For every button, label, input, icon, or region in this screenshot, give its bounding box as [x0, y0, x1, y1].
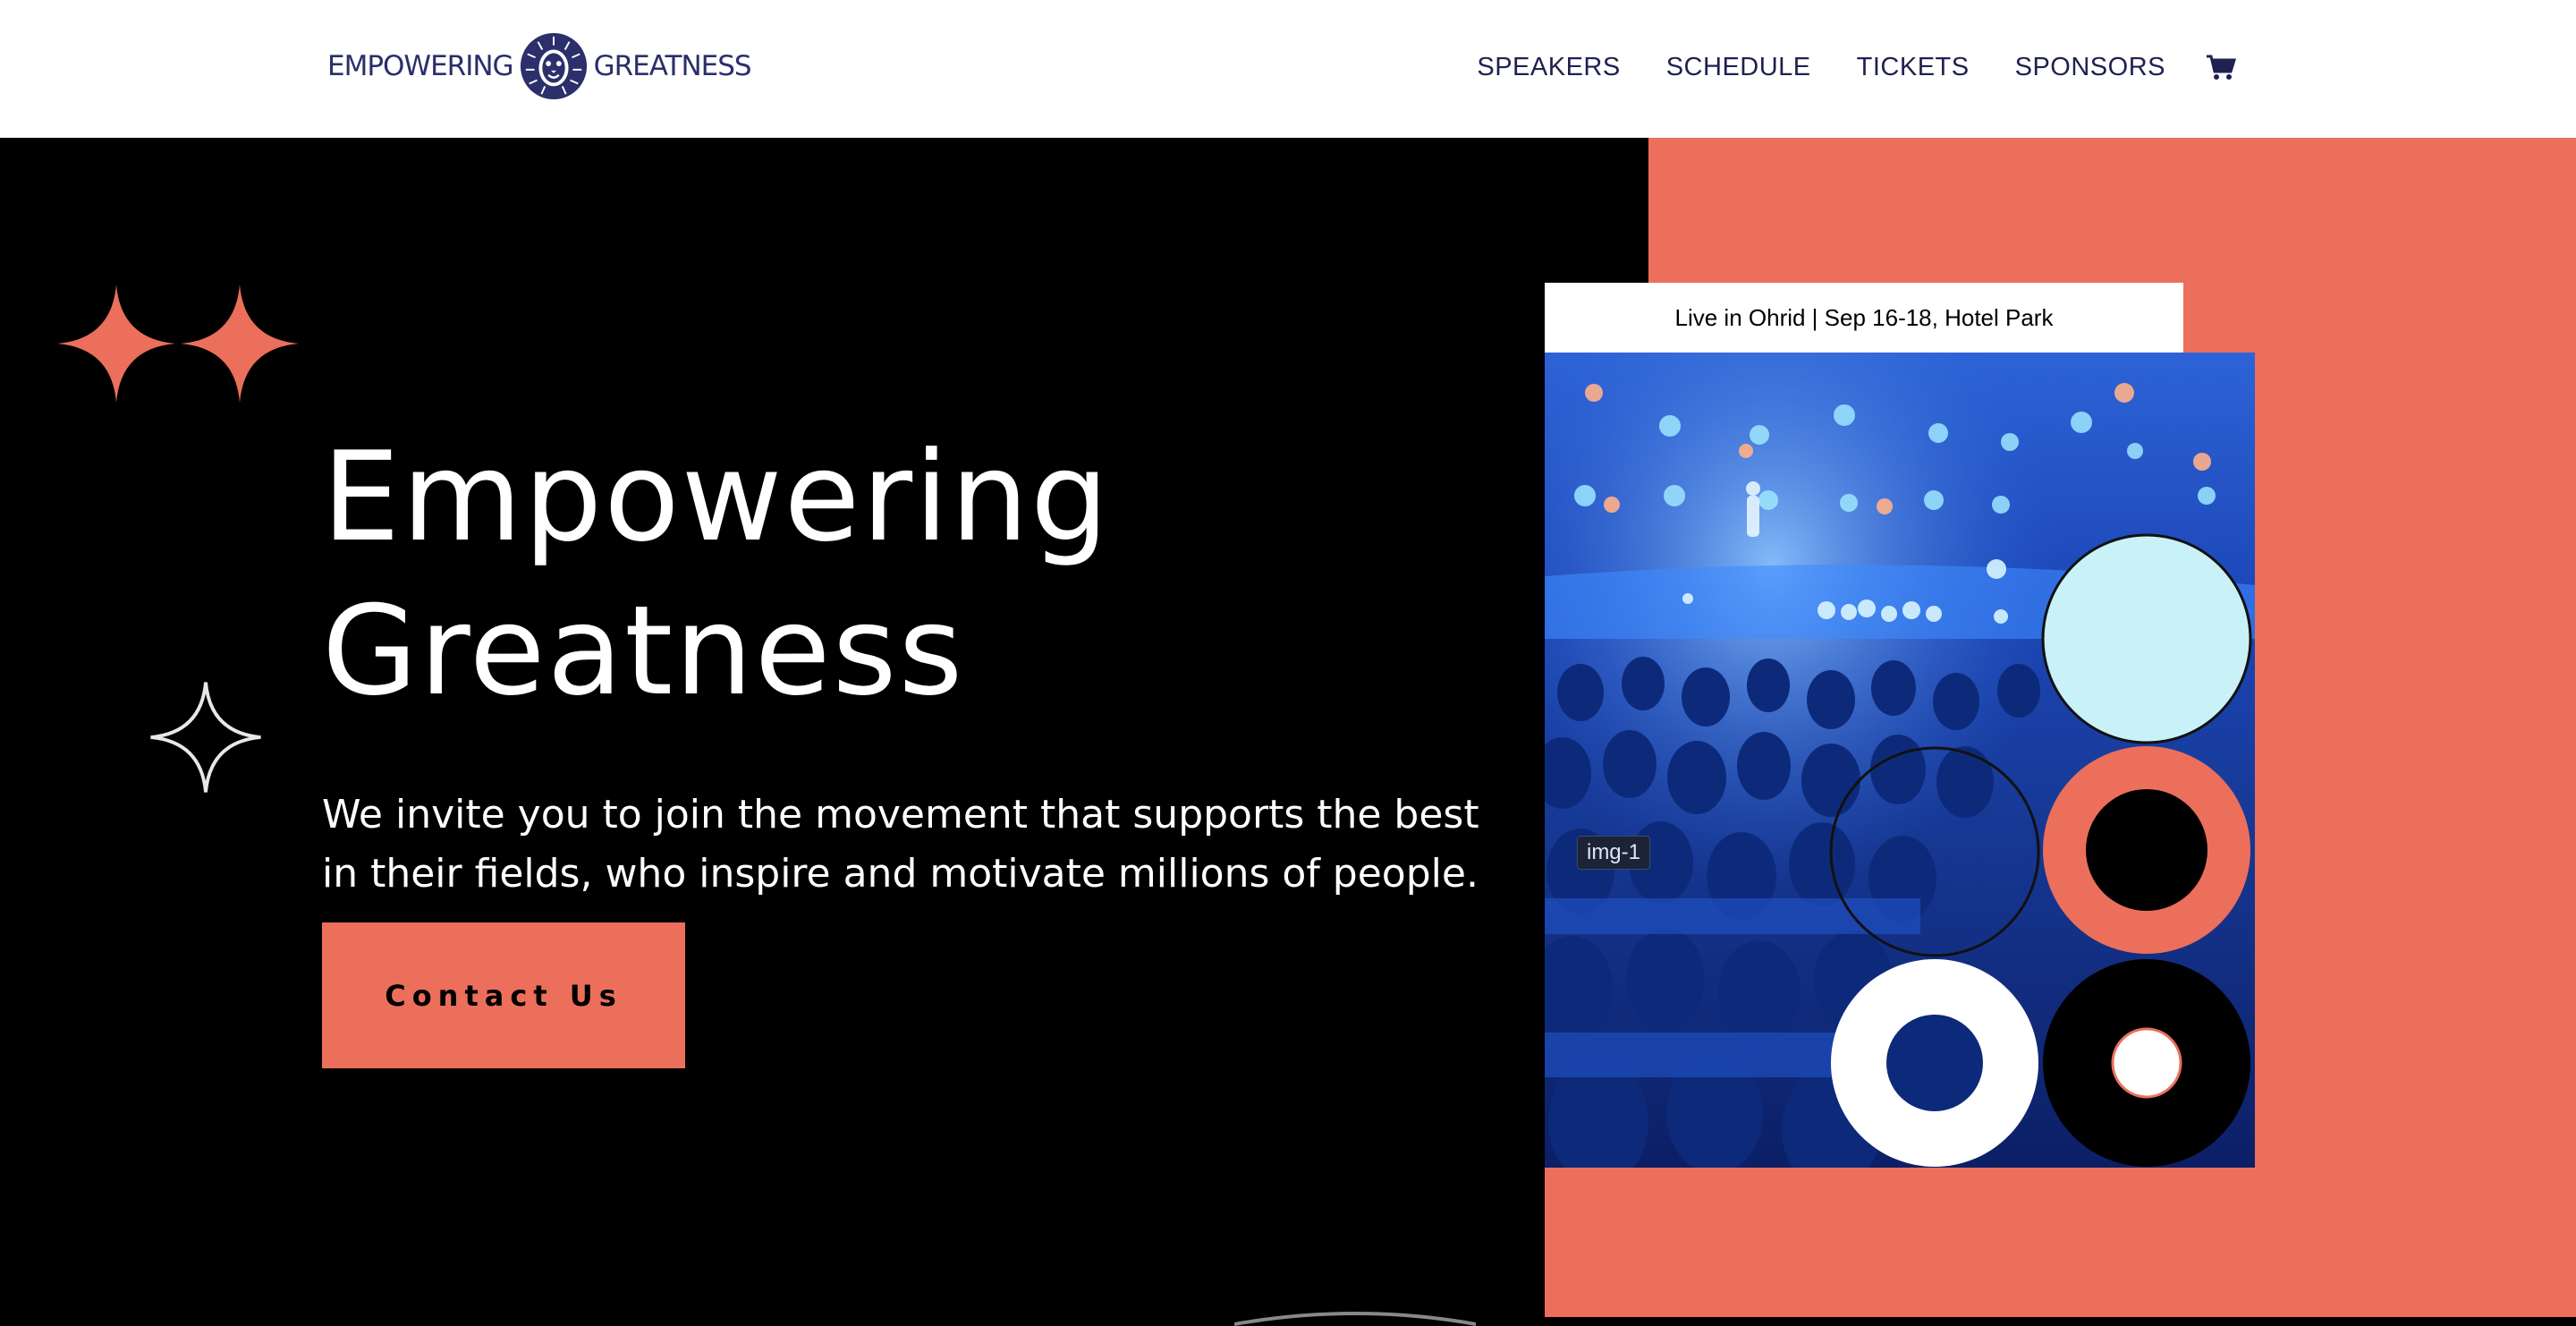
sparkle-outline-icon	[150, 682, 261, 793]
sparkle-icon	[181, 285, 299, 403]
nav-schedule[interactable]: SCHEDULE	[1666, 53, 1811, 82]
main-nav: SPEAKERS SCHEDULE TICKETS SPONSORS	[1477, 36, 2236, 98]
hero-title-line-1: Empowering	[322, 425, 1111, 569]
site-header: EMPOWERING GREATNESS SPEAKERS SCHEDULE T…	[0, 0, 2576, 138]
conference-crowd-illustration	[1545, 353, 2255, 1168]
nav-sponsors[interactable]: SPONSORS	[2015, 53, 2165, 82]
nav-tickets[interactable]: TICKETS	[1857, 53, 1970, 82]
hero-accent-strip	[1545, 1168, 1648, 1317]
site-logo[interactable]: EMPOWERING GREATNESS	[327, 30, 752, 102]
contact-us-button[interactable]: Contact Us	[322, 922, 685, 1068]
hero-subtitle: We invite you to join the movement that …	[322, 792, 1479, 897]
nav-speakers[interactable]: SPEAKERS	[1477, 53, 1620, 82]
hero-title-line-2: Greatness	[322, 579, 965, 723]
event-info-card: Live in Ohrid | Sep 16-18, Hotel Park	[1545, 283, 2183, 353]
logo-text-right: GREATNESS	[593, 50, 752, 82]
lion-icon	[520, 32, 587, 100]
conference-crowd-image	[1545, 353, 2255, 1168]
logo-text-left: EMPOWERING	[327, 50, 514, 82]
sparkle-icon	[57, 285, 175, 403]
cart-icon[interactable]	[2206, 54, 2236, 81]
decorative-arc	[1234, 1312, 1476, 1326]
image-tag: img-1	[1577, 836, 1650, 870]
hero-title: Empowering Greatness	[322, 421, 1485, 728]
